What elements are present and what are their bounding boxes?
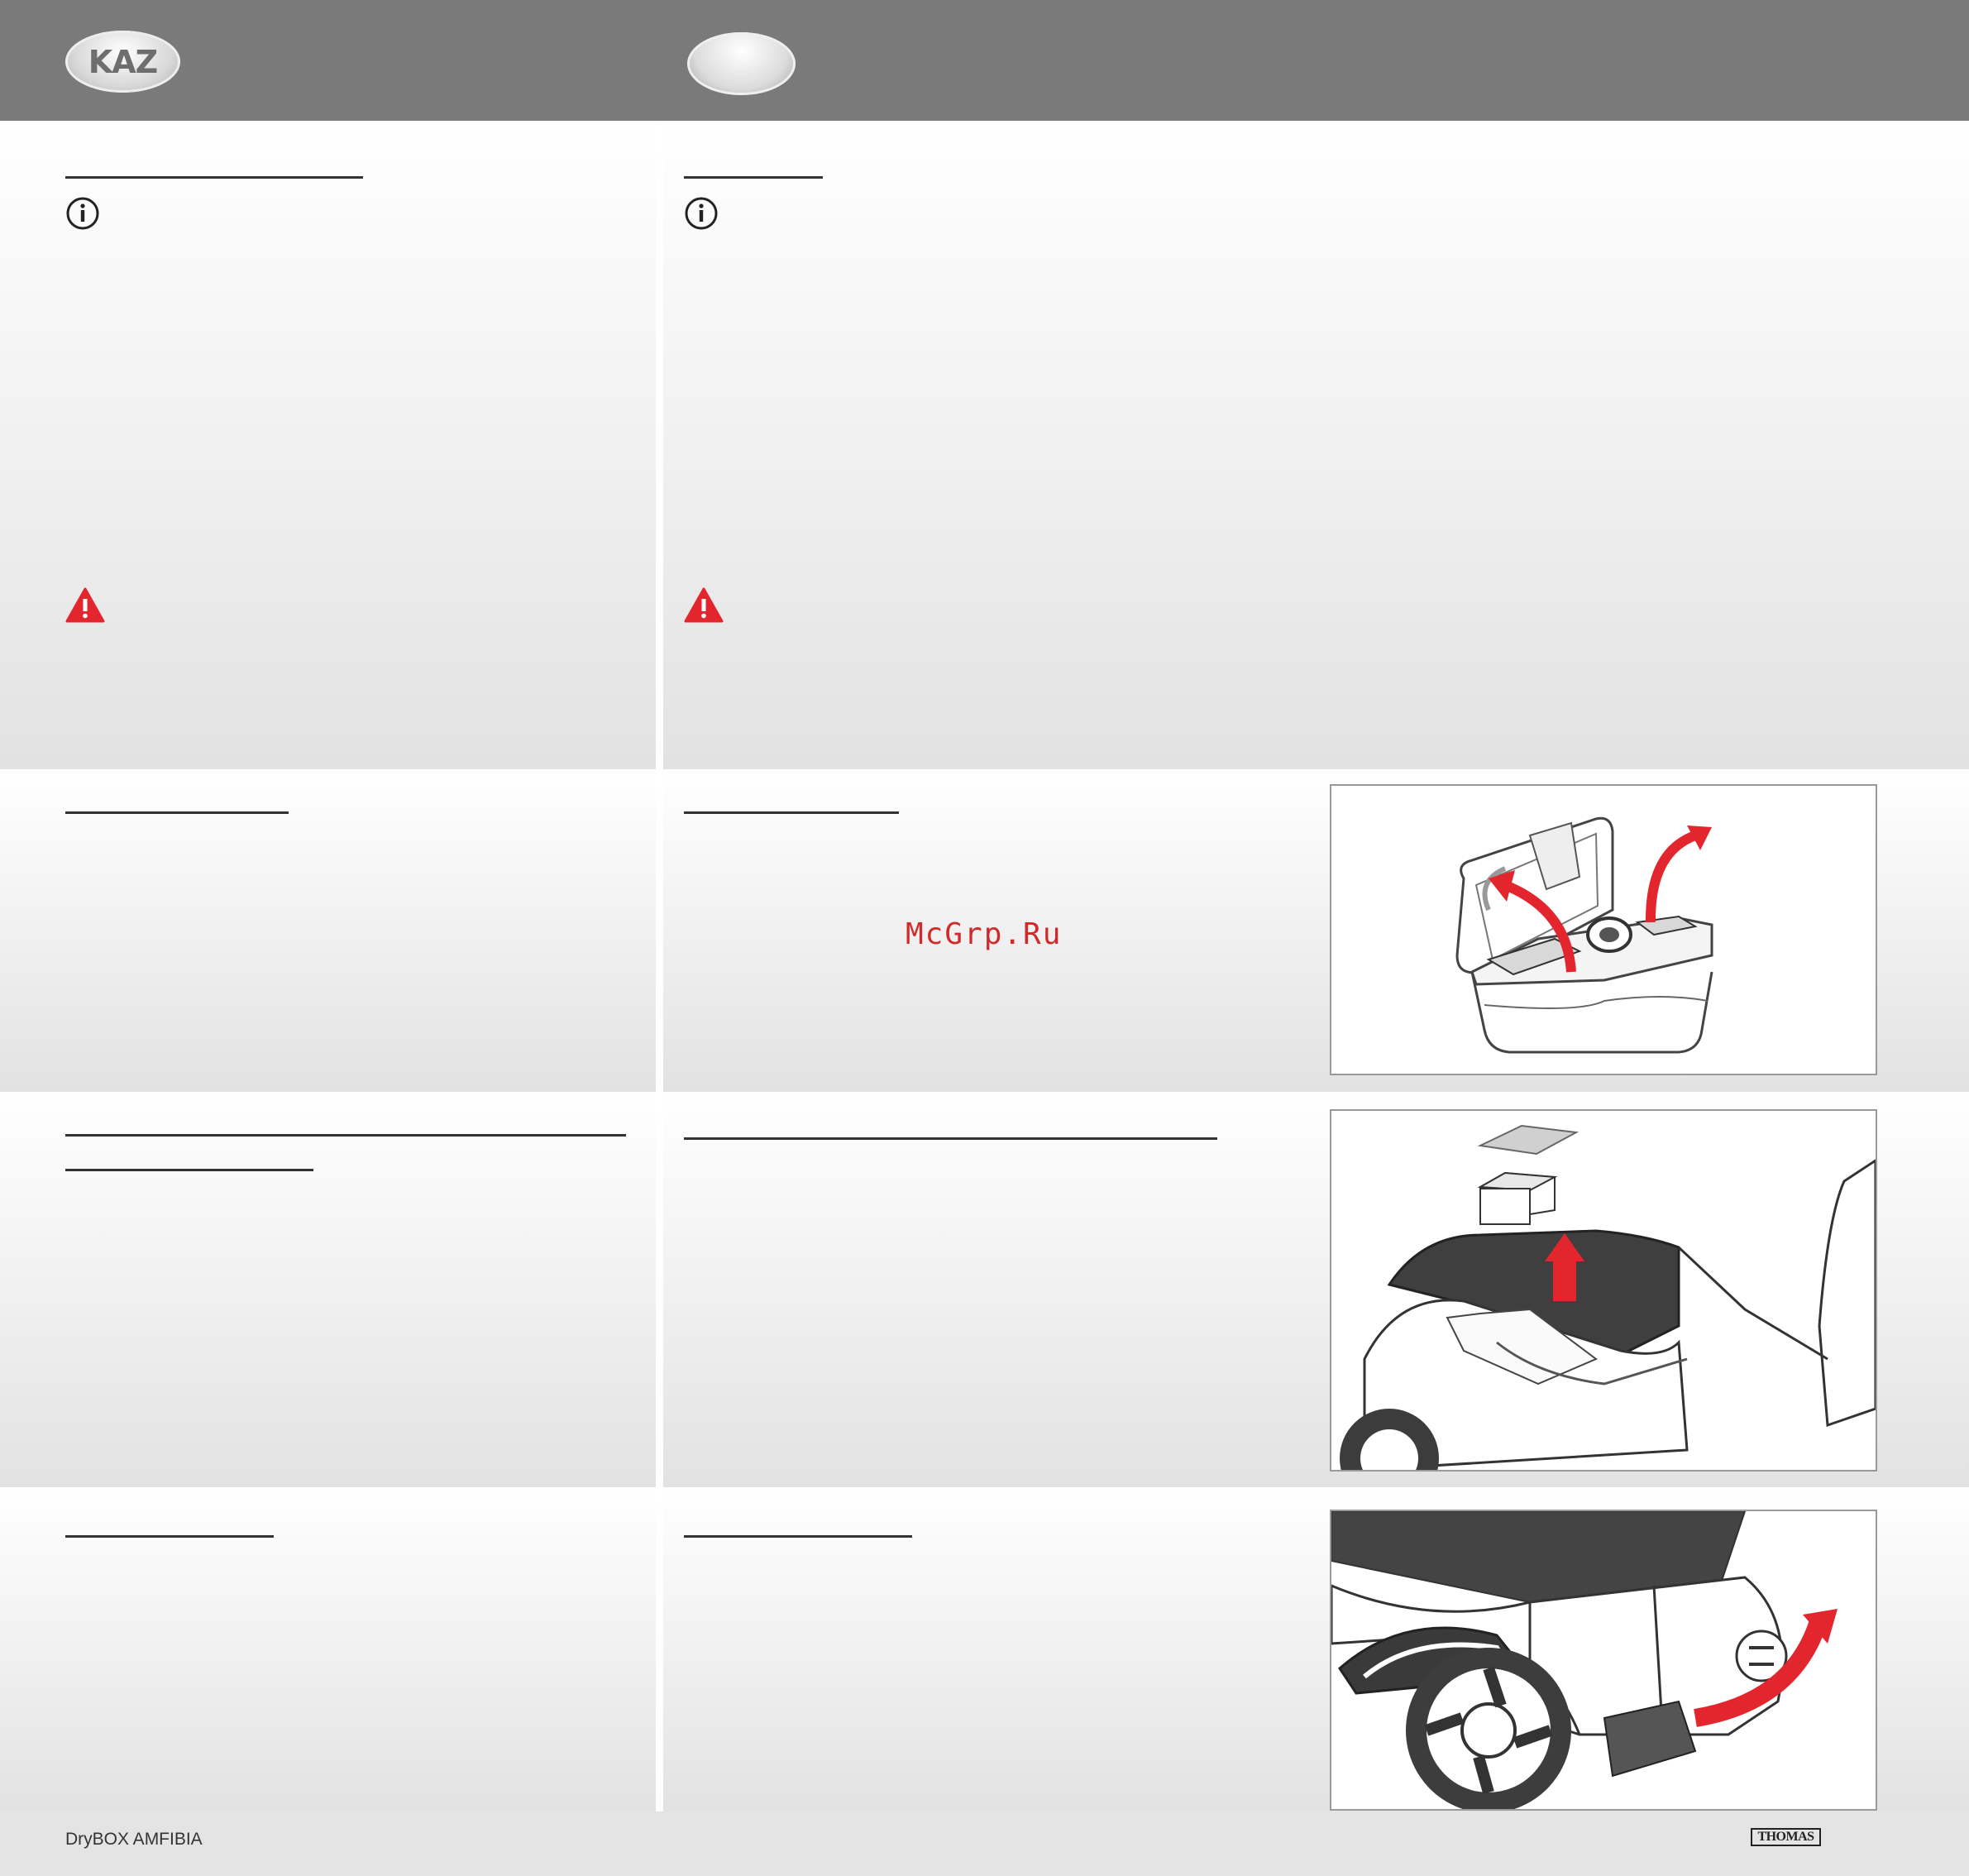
model-name: DryBOX AMFIBIA (65, 1830, 203, 1849)
thomas-logo: THOMAS (1751, 1828, 1821, 1846)
heading-rule (684, 1535, 912, 1538)
figure-cord-socket (1330, 1510, 1877, 1811)
page-header: KAZ (0, 0, 1969, 121)
warning-icon (65, 587, 105, 623)
heading-rule (65, 176, 363, 179)
watermark: McGrp.Ru (906, 917, 1063, 951)
heading-rule (684, 176, 823, 179)
info-icon (685, 197, 718, 230)
heading-rule (65, 1535, 274, 1538)
info-icon (66, 197, 99, 230)
heading-rule (65, 1134, 626, 1137)
heading-rule (684, 1137, 1217, 1140)
kaz-logo-text: KAZ (88, 43, 158, 80)
figure-hepa-filter-removal (1330, 1109, 1877, 1472)
kaz-logo: KAZ (65, 31, 180, 93)
section-band-1 (0, 121, 1969, 769)
heading-rule (65, 1169, 313, 1171)
column-divider (656, 121, 663, 1811)
language-badge (687, 32, 796, 95)
heading-rule (684, 811, 899, 814)
warning-icon (684, 587, 724, 623)
heading-rule (65, 811, 289, 814)
figure-container-lid-filters (1330, 784, 1877, 1075)
